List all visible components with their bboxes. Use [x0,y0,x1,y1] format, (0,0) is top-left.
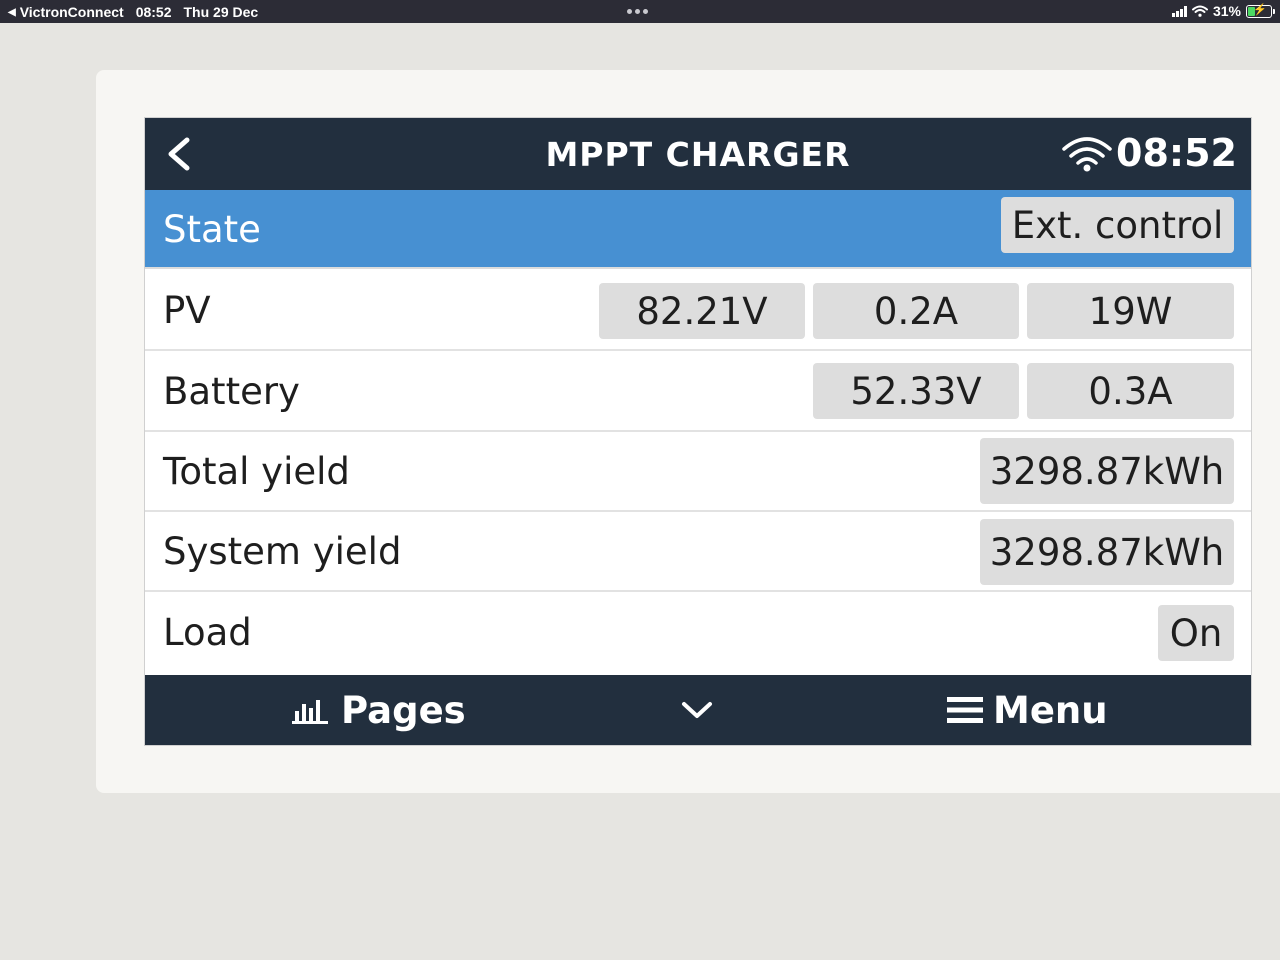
pages-button[interactable]: Pages [291,685,466,735]
status-bar-left: ◀ VictronConnect 08:52 Thu 29 Dec [8,4,258,20]
wifi-icon [1062,137,1112,172]
list-item-system-yield[interactable]: System yield 3298.87kWh [145,512,1251,592]
pv-label: PV [163,289,211,332]
total-yield-label: Total yield [163,450,350,493]
system-yield-value: 3298.87kWh [980,519,1234,585]
chevron-down-icon[interactable] [679,693,715,727]
menu-label: Menu [993,688,1108,732]
battery-current-value: 0.3A [1027,363,1234,419]
battery-charging-icon: ⚡ [1246,4,1275,18]
state-label: State [163,208,261,251]
pages-label: Pages [341,688,466,732]
hamburger-menu-icon [947,697,983,723]
system-yield-label: System yield [163,530,402,573]
total-yield-value: 3298.87kWh [980,438,1234,504]
back-triangle-icon[interactable]: ◀ [8,7,16,18]
list-item-pv[interactable]: PV 82.21V 0.2A 19W [145,271,1251,351]
battery-voltage-value: 52.33V [813,363,1019,419]
list-item-total-yield[interactable]: Total yield 3298.87kWh [145,432,1251,512]
list-item-battery[interactable]: Battery 52.33V 0.3A [145,352,1251,432]
status-bar: ◀ VictronConnect 08:52 Thu 29 Dec 31% ⚡ [0,0,1280,23]
header-clock: 08:52 [1116,131,1237,175]
status-date: Thu 29 Dec [183,4,259,20]
title-bar: MPPT CHARGER 08:52 [145,118,1251,190]
pv-current-value: 0.2A [813,283,1019,339]
cellular-signal-icon [1171,5,1187,17]
battery-percent: 31% [1212,3,1241,19]
bar-chart-icon [292,700,328,724]
state-value: Ext. control [1001,197,1234,253]
bottom-navigation-bar: Pages Menu [145,675,1251,745]
pv-voltage-value: 82.21V [599,283,805,339]
device-screen: MPPT CHARGER 08:52 State Ext. control PV… [144,117,1252,746]
wifi-icon [1191,5,1208,17]
list-item-load[interactable]: Load On [145,593,1251,675]
status-bar-right: 31% ⚡ [1171,3,1275,19]
menu-button[interactable]: Menu [947,685,1108,735]
pv-power-value: 19W [1027,283,1234,339]
battery-label: Battery [163,370,300,413]
status-time: 08:52 [135,4,172,20]
load-label: Load [163,611,252,654]
back-to-app-label[interactable]: VictronConnect [20,4,124,20]
multitasking-dots-icon[interactable] [627,9,648,14]
load-value: On [1158,605,1234,661]
list-item-state[interactable]: State Ext. control [145,190,1251,269]
